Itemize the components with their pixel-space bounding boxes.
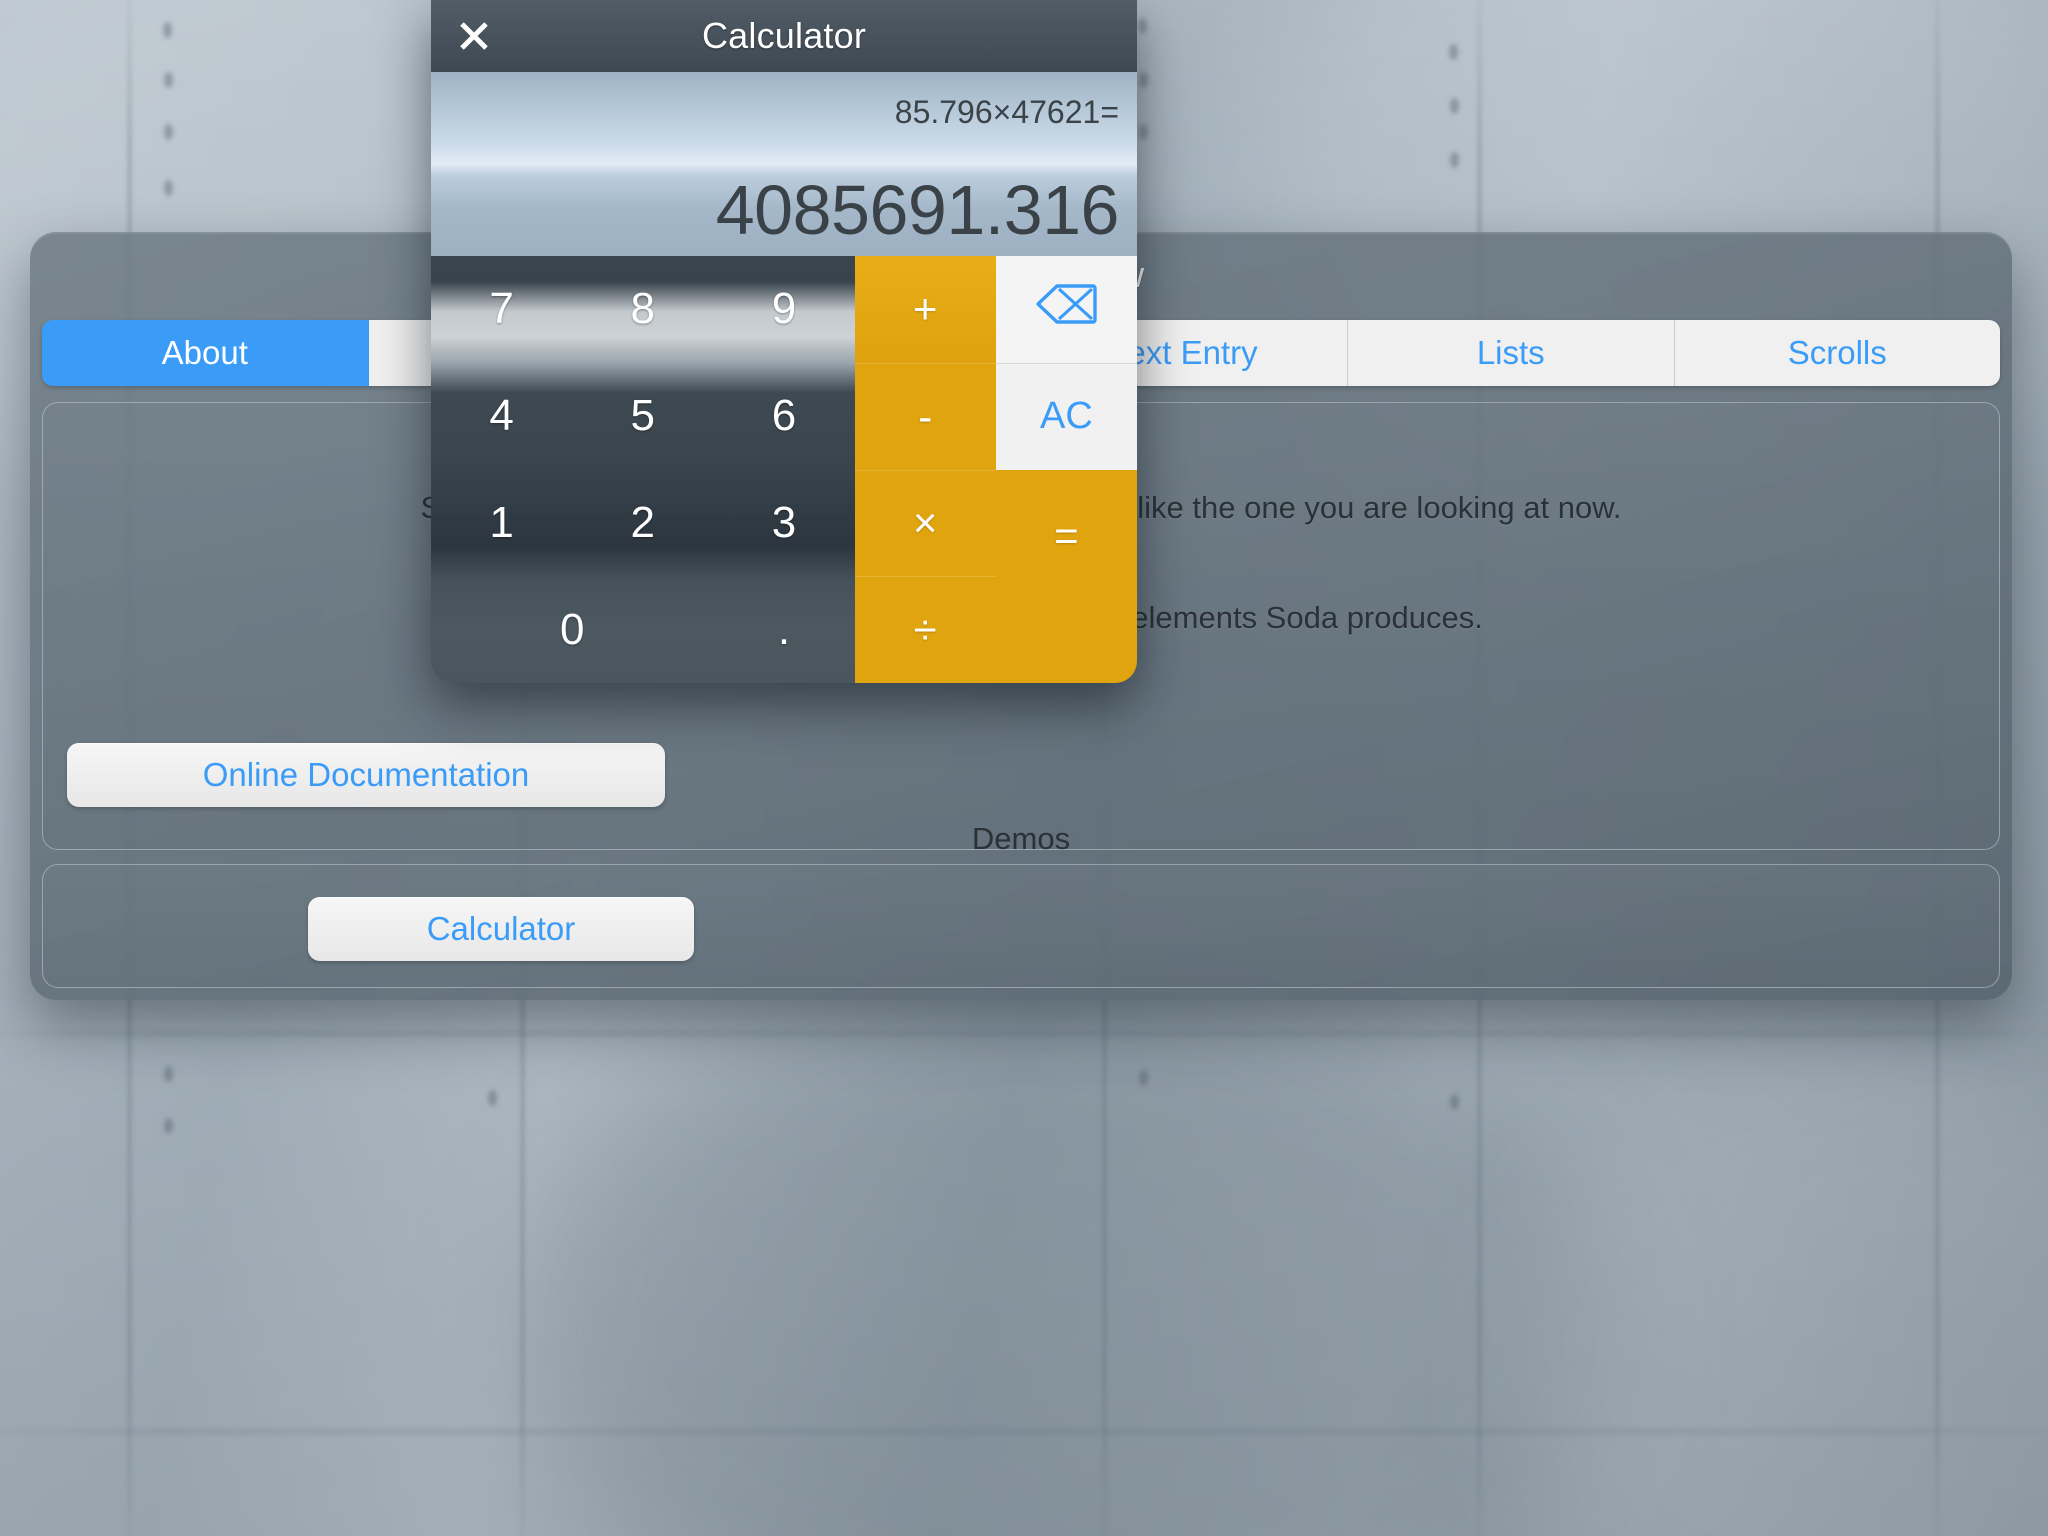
key-clear[interactable]: AC (995, 362, 1137, 470)
online-documentation-button[interactable]: Online Documentation (67, 743, 665, 807)
tab-lists-label: Lists (1476, 334, 1545, 371)
key-equals-label: = (1054, 511, 1079, 559)
demos-title: Demos (971, 821, 1071, 856)
key-4-label: 4 (489, 391, 514, 441)
key-6-label: 6 (771, 391, 797, 441)
screen: Soda Overview About Buttons Dialogs Text… (0, 0, 2048, 1536)
key-5-label: 5 (630, 391, 656, 441)
key-1[interactable]: 1 (431, 470, 572, 577)
key-decimal-label: . (777, 604, 791, 654)
key-multiply-label: × (912, 499, 938, 547)
key-subtract[interactable]: - (854, 362, 996, 470)
key-7-label: 7 (489, 284, 514, 334)
calculator-expression: 85.796×47621= (894, 94, 1119, 130)
calculator-window: Calculator 85.796×47621= 4085691.316 7 8… (431, 0, 1137, 683)
calculator-display: 85.796×47621= 4085691.316 (431, 72, 1137, 256)
tab-about-label: About (161, 334, 248, 371)
key-2[interactable]: 2 (572, 470, 713, 577)
key-0[interactable]: 0 (431, 576, 713, 683)
tab-scrolls[interactable]: Scrolls (1674, 320, 2000, 386)
online-documentation-label: Online Documentation (202, 756, 530, 793)
key-subtract-label: - (918, 392, 933, 440)
key-7[interactable]: 7 (431, 256, 572, 363)
calculator-result: 4085691.316 (715, 171, 1120, 249)
calculator-title: Calculator (701, 15, 867, 56)
key-4[interactable]: 4 (431, 363, 572, 470)
key-backspace[interactable] (995, 256, 1137, 363)
key-divide-label: ÷ (913, 606, 937, 654)
tab-lists[interactable]: Lists (1348, 320, 1675, 386)
key-clear-label: AC (1039, 395, 1093, 438)
key-divide[interactable]: ÷ (854, 576, 996, 683)
key-2-label: 2 (630, 497, 656, 547)
key-multiply[interactable]: × (854, 469, 996, 577)
key-8-label: 8 (630, 284, 656, 334)
calculator-demo-label: Calculator (426, 910, 576, 947)
key-8[interactable]: 8 (572, 256, 713, 363)
key-6[interactable]: 6 (713, 363, 854, 470)
key-3-label: 3 (771, 497, 797, 547)
calculator-titlebar: Calculator (431, 0, 1137, 72)
key-add-label: + (912, 285, 938, 333)
calculator-keypad: 7 8 9 4 5 6 1 2 3 0 . + - × ÷ AC = (431, 256, 1137, 683)
key-5[interactable]: 5 (572, 363, 713, 470)
key-9-label: 9 (771, 284, 797, 334)
key-add[interactable]: + (854, 256, 996, 363)
key-3[interactable]: 3 (713, 470, 854, 577)
tab-scrolls-label: Scrolls (1787, 334, 1887, 371)
close-icon[interactable] (451, 13, 497, 59)
key-decimal[interactable]: . (713, 576, 854, 683)
key-0-label: 0 (559, 604, 585, 654)
tab-about[interactable]: About (42, 320, 369, 386)
backspace-icon (1035, 283, 1098, 335)
key-1-label: 1 (489, 497, 514, 547)
key-equals[interactable]: = (995, 469, 1137, 683)
calculator-demo-button[interactable]: Calculator (308, 897, 694, 961)
demos-panel: Demos Calculator (42, 821, 2000, 988)
digit-pad: 7 8 9 4 5 6 1 2 3 0 . (431, 256, 855, 683)
key-9[interactable]: 9 (713, 256, 854, 363)
